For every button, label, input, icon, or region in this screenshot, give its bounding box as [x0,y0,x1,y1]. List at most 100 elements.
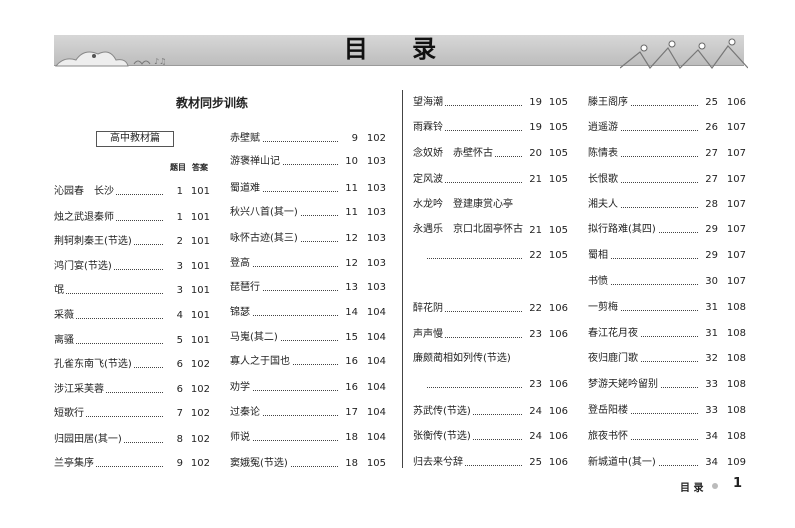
toc-entry[interactable]: 劝学 16 104 [230,380,386,396]
toc-entry[interactable]: 锦瑟 14 104 [230,305,386,321]
toc-entry-answer-page: 107 [726,174,746,185]
toc-entry-answer-page: 104 [366,356,386,367]
toc-entry[interactable]: 赤壁赋 9 102 [230,131,386,147]
toc-entry-question-page: 16 [345,356,358,367]
toc-entry-title: 锦瑟 [230,305,252,321]
toc-entry-answer-page: 103 [366,233,386,244]
toc-entry-title: 逍遥游 [588,120,620,136]
toc-entry-title: 氓 [54,283,66,299]
toc-entry[interactable]: 过秦论 17 104 [230,405,386,421]
toc-entry[interactable]: 声声慢 23 106 [413,327,568,343]
toc-entry-title: 游褒禅山记 [230,154,282,170]
toc-entry[interactable]: 逍遥游 26 107 [588,120,746,136]
toc-entry-answer-page: 101 [190,236,210,247]
toc-entry[interactable]: 水龙吟 登建康赏心亭 [413,197,568,213]
toc-entry-title: 短歌行 [54,406,86,422]
toc-entry-question-page: 24 [529,431,542,442]
toc-entry[interactable]: 秋兴八首(其一) 11 103 [230,205,386,221]
toc-entry-title: 陈情表 [588,146,620,162]
toc-entry[interactable]: 梦游天姥吟留别 33 108 [588,377,746,393]
toc-entry-title: 烛之武退秦师 [54,210,116,226]
toc-entry-title: 兰亭集序 [54,456,96,472]
toc-entry-title: 窦娥冤(节选) [230,456,290,472]
toc-entry-question-page: 16 [345,382,358,393]
toc-entry-answer-page: 104 [366,307,386,318]
toc-entry[interactable]: 荆轲刺秦王(节选) 2 101 [54,234,210,250]
toc-entry[interactable]: 陈情表 27 107 [588,146,746,162]
toc-entry[interactable]: 拟行路难(其四) 29 107 [588,222,746,238]
toc-entry[interactable]: 窦娥冤(节选) 18 105 [230,456,386,472]
toc-entry[interactable]: 归去来兮辞 25 106 [413,455,568,471]
toc-entry-answer-page: 103 [366,183,386,194]
toc-entry[interactable]: 定风波 21 105 [413,172,568,188]
toc-entry[interactable]: 书愤 30 107 [588,274,746,290]
toc-entry[interactable]: 雨霖铃 19 105 [413,120,568,136]
toc-entry[interactable]: 廉颇蔺相如列传(节选) [413,351,568,367]
toc-entry[interactable]: 寡人之于国也 16 104 [230,354,386,370]
toc-entry-title: 过秦论 [230,405,262,421]
toc-entry-question-page: 31 [705,302,718,313]
toc-entry[interactable]: 氓 3 101 [54,283,210,299]
toc-entry[interactable]: 鸿门宴(节选) 3 101 [54,259,210,275]
toc-entry[interactable]: 游褒禅山记 10 103 [230,154,386,170]
toc-entry-answer-page: 105 [548,97,568,108]
toc-entry-question-page: 18 [345,432,358,443]
toc-entry[interactable]: 师说 18 104 [230,430,386,446]
toc-entry[interactable]: 永遇乐 京口北固亭怀古 [413,222,568,238]
toc-entry-answer-page: 105 [548,250,568,261]
toc-entry-answer-page: 107 [726,250,746,261]
toc-entry[interactable]: 蜀道难 11 103 [230,181,386,197]
toc-entry-title: 归去来兮辞 [413,455,465,471]
toc-entry[interactable]: 马嵬(其二) 15 104 [230,330,386,346]
toc-entry-answer-page: 101 [190,335,210,346]
column-divider [402,90,403,468]
toc-entry[interactable]: 望海潮 19 105 [413,95,568,111]
toc-entry-answer-page: 108 [726,379,746,390]
toc-entry-answer-page: 107 [726,224,746,235]
toc-entry[interactable]: 一剪梅 31 108 [588,300,746,316]
toc-entry[interactable]: 旅夜书怀 34 108 [588,429,746,445]
toc-entry-answer-page: 103 [366,258,386,269]
toc-entry-answer-page: 109 [726,457,746,468]
toc-entry[interactable]: 孔雀东南飞(节选) 6 102 [54,357,210,373]
toc-entry[interactable]: 短歌行 7 102 [54,406,210,422]
toc-entry-question-page: 28 [705,199,718,210]
toc-entry-question-page: 21 [529,174,542,185]
toc-entry-title: 一剪梅 [588,300,620,316]
toc-entry[interactable]: 醉花阴 22 106 [413,301,568,317]
toc-entry-question-page: 8 [176,434,183,445]
toc-entry[interactable]: 念奴娇 赤壁怀古 20 105 [413,146,568,162]
toc-entry[interactable]: 烛之武退秦师 1 101 [54,210,210,226]
toc-entry[interactable]: 登岳阳楼 33 108 [588,403,746,419]
toc-entry[interactable]: 咏怀古迹(其三) 12 103 [230,231,386,247]
toc-entry-answer-page: 108 [726,353,746,364]
toc-entry[interactable]: 夜归鹿门歌 32 108 [588,351,746,367]
toc-entry-title: 湘夫人 [588,197,620,213]
toc-entry[interactable]: 登高 12 103 [230,256,386,272]
toc-entry[interactable]: 采薇 4 101 [54,308,210,324]
toc-entry[interactable]: 长恨歌 27 107 [588,172,746,188]
toc-entry-question-page: 12 [345,258,358,269]
toc-entry-question-page: 19 [529,97,542,108]
toc-entry-answer-page: 104 [366,332,386,343]
toc-entry[interactable]: 蜀相 29 107 [588,248,746,264]
toc-entry[interactable]: 张衡传(节选) 24 106 [413,429,568,445]
toc-entry-answer-page: 103 [366,156,386,167]
toc-entry-title: 定风波 [413,172,445,188]
toc-entry[interactable]: 兰亭集序 9 102 [54,456,210,472]
toc-entry[interactable]: 离骚 5 101 [54,333,210,349]
toc-entry[interactable]: 沁园春 长沙 1 101 [54,184,210,200]
toc-entry-question-page: 12 [345,233,358,244]
toc-entry[interactable]: 苏武传(节选) 24 106 [413,404,568,420]
toc-entry[interactable]: 湘夫人 28 107 [588,197,746,213]
toc-entry[interactable]: 涉江采芙蓉 6 102 [54,382,210,398]
toc-entry-title: 登高 [230,256,252,272]
toc-entry-question-page: 32 [705,353,718,364]
toc-entry-question-page: 27 [705,174,718,185]
toc-entry[interactable]: 春江花月夜 31 108 [588,326,746,342]
toc-entry[interactable]: 滕王阁序 25 106 [588,95,746,111]
toc-entry[interactable]: 琵琶行 13 103 [230,280,386,296]
toc-entry[interactable]: 新城道中(其一) 34 109 [588,455,746,471]
toc-entry[interactable]: 归园田居(其一) 8 102 [54,432,210,448]
toc-entry-title: 孔雀东南飞(节选) [54,357,134,373]
